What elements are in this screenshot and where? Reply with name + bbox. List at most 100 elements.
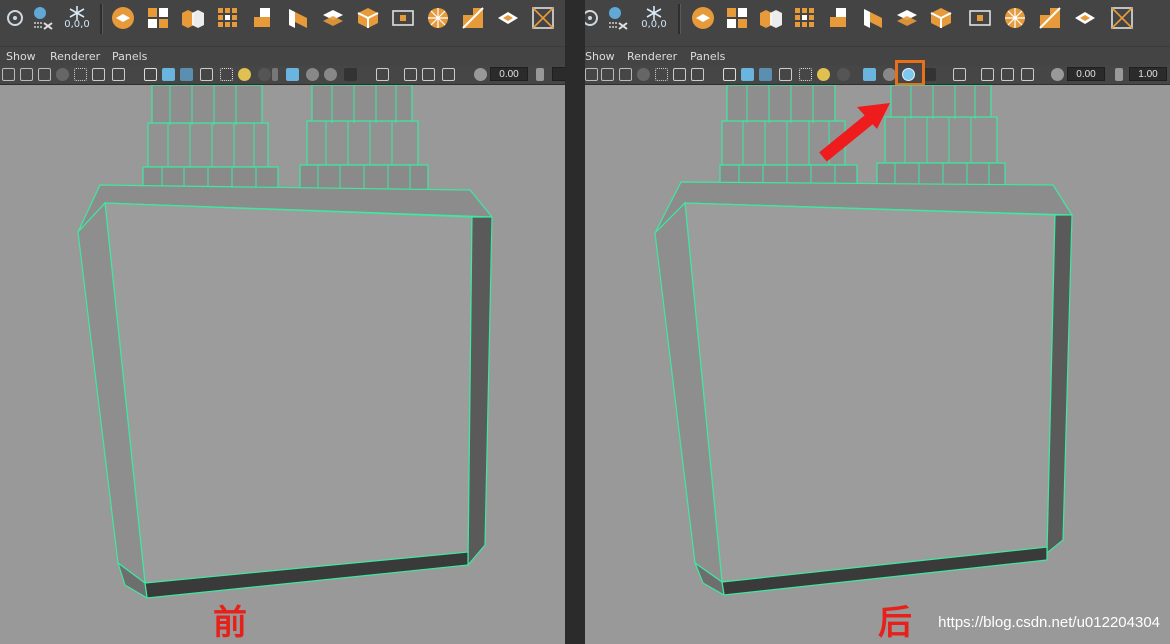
caption-after: 后 [878,603,912,643]
safe-action-icon[interactable] [92,68,105,81]
gate-mask-icon[interactable] [637,68,650,81]
separate-icon[interactable] [178,3,208,33]
isolate-select-icon[interactable] [376,68,389,81]
menu-panels[interactable]: Panels [112,50,147,63]
snap-live-icon[interactable] [585,3,605,33]
menu-panels[interactable]: Panels [690,50,725,63]
xray-icon[interactable] [220,68,233,81]
exposure-field[interactable]: 0.00 [490,67,528,81]
freeze-transform-icon[interactable] [28,3,58,33]
gamma-field[interactable]: 1.00 [1129,67,1167,81]
gamma-icon[interactable] [536,68,544,81]
bevel-icon[interactable] [892,3,922,33]
quad-draw-icon[interactable] [528,3,558,33]
quad-draw-icon[interactable] [1107,3,1137,33]
freeze-origin-button[interactable]: 0,0,0 [62,3,92,33]
menu-show[interactable]: Show [6,50,36,63]
gamma-icon[interactable] [1115,68,1123,81]
snap-live-icon[interactable] [0,3,30,33]
multi-cut-icon[interactable] [388,3,418,33]
extrude-icon[interactable] [248,3,278,33]
fill-hole-icon[interactable] [926,3,956,33]
target-weld-icon[interactable] [458,3,488,33]
extrude-icon[interactable] [824,3,854,33]
grid-icon[interactable] [2,68,15,81]
default-material-icon[interactable] [759,68,772,81]
panel-menubar: Show Renderer Panels [585,46,1170,67]
multi-cut-icon[interactable] [965,3,995,33]
panel-divider [565,0,585,644]
textured-icon[interactable] [200,68,213,81]
smooth-icon[interactable] [213,3,243,33]
xray-active-icon[interactable] [422,68,435,81]
viewport-panel-after: 0,0,0 Show Renderer Panels 0.00 1.00 后 [585,0,1170,644]
exposure-icon[interactable] [474,68,487,81]
xray-active-icon[interactable] [1001,68,1014,81]
isolate-select-icon[interactable] [953,68,966,81]
motion-blur-icon[interactable] [306,68,319,81]
bridge-icon[interactable] [858,3,888,33]
safe-title-icon[interactable] [112,68,125,81]
xray-icon[interactable] [799,68,812,81]
film-gate-icon[interactable] [20,68,33,81]
smooth-shade-icon[interactable] [162,68,175,81]
xray-joints-icon[interactable] [981,68,994,81]
insert-edgeloop-icon[interactable] [1000,3,1030,33]
bevel-icon[interactable] [318,3,348,33]
exposure-field[interactable]: 0.00 [1067,67,1105,81]
wireframe-icon[interactable] [144,68,157,81]
snowflake-icon [69,6,85,20]
panel-toolbar: 0.00 1. [0,66,565,85]
target-weld-icon[interactable] [1035,3,1065,33]
resolution-gate-icon[interactable] [619,68,632,81]
resolution-gate-icon[interactable] [38,68,51,81]
smooth-shade-icon[interactable] [741,68,754,81]
field-chart-icon[interactable] [655,68,668,81]
lights-icon[interactable] [238,68,251,81]
model-wireframe [77,85,494,600]
separate-icon[interactable] [756,3,786,33]
viewport-3d[interactable]: 前 [0,85,565,644]
camera-attributes-icon[interactable] [442,68,455,81]
ambient-occlusion-icon[interactable] [863,68,876,81]
ambient-occlusion-icon[interactable] [286,68,299,81]
film-gate-icon[interactable] [601,68,614,81]
lights-icon[interactable] [817,68,830,81]
safe-action-icon[interactable] [673,68,686,81]
field-chart-icon[interactable] [74,68,87,81]
xray-joints-icon[interactable] [404,68,417,81]
wireframe-icon[interactable] [723,68,736,81]
depth-of-field-icon[interactable] [344,68,357,81]
poly-cube-icon[interactable] [108,3,138,33]
freeze-origin-button[interactable]: 0,0,0 [639,3,669,33]
exposure-icon[interactable] [1051,68,1064,81]
menu-renderer[interactable]: Renderer [627,50,677,63]
poly-cube-icon[interactable] [688,3,718,33]
box-body [654,181,1074,597]
menu-show[interactable]: Show [585,50,615,63]
merge-icon[interactable] [1070,3,1100,33]
shadows-icon[interactable] [837,68,850,81]
viewport-3d[interactable]: 后 [585,85,1170,644]
antialiasing-icon[interactable] [324,68,337,81]
merge-icon[interactable] [493,3,523,33]
menu-renderer[interactable]: Renderer [50,50,100,63]
toolbar-divider-icon [272,68,278,81]
grid-icon[interactable] [585,68,598,81]
combine-icon[interactable] [722,3,752,33]
model-wireframe [654,85,1074,597]
insert-edgeloop-icon[interactable] [423,3,453,33]
gate-mask-icon[interactable] [56,68,69,81]
safe-title-icon[interactable] [691,68,704,81]
textured-icon[interactable] [779,68,792,81]
combine-icon[interactable] [143,3,173,33]
bridge-icon[interactable] [283,3,313,33]
smooth-icon[interactable] [790,3,820,33]
cylinder-left [142,85,279,196]
gamma-field[interactable]: 1. [552,67,565,81]
camera-attributes-icon[interactable] [1021,68,1034,81]
shadows-icon[interactable] [258,68,271,81]
default-material-icon[interactable] [180,68,193,81]
freeze-transform-icon[interactable] [603,3,633,33]
fill-hole-icon[interactable] [353,3,383,33]
